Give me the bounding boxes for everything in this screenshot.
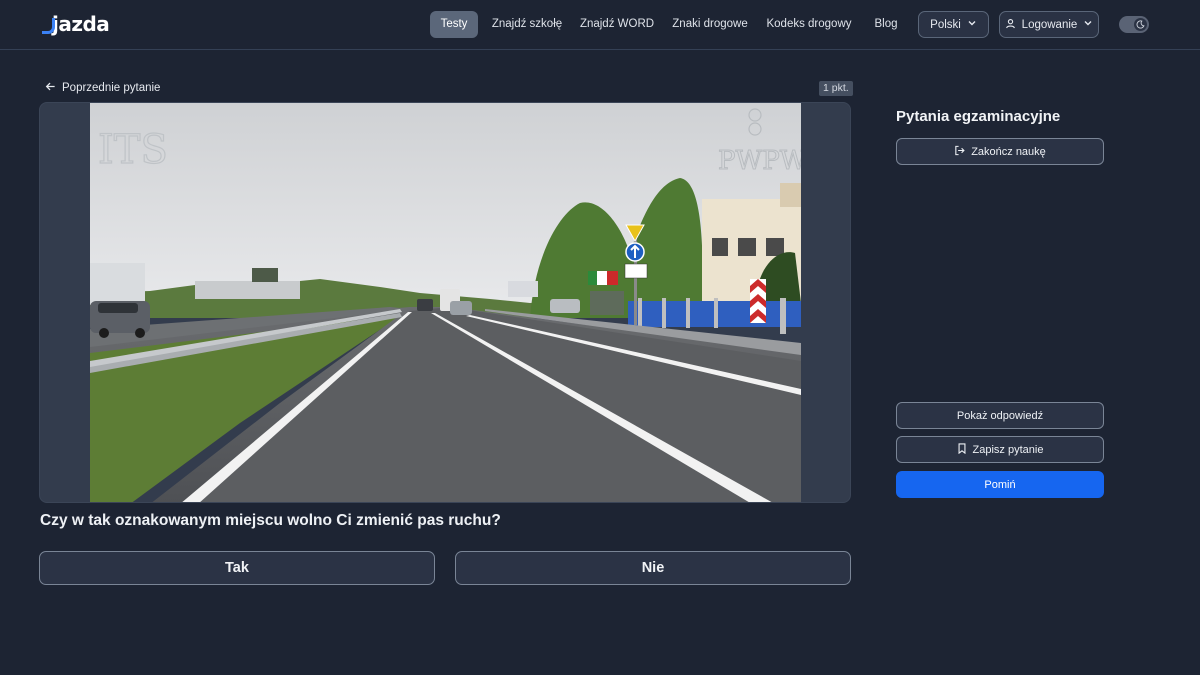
language-label: Polski	[930, 18, 961, 31]
answer-tak-button[interactable]: Tak	[39, 551, 435, 585]
arrow-left-icon	[45, 81, 56, 95]
points-badge: 1 pkt.	[819, 81, 853, 96]
save-question-label: Zapisz pytanie	[972, 443, 1044, 456]
answer-nie-button[interactable]: Nie	[455, 551, 851, 585]
theme-toggle[interactable]	[1119, 16, 1149, 33]
question-text: Czy w tak oznakowanym miejscu wolno Ci z…	[40, 512, 501, 529]
nav-item-testy[interactable]: Testy	[430, 11, 478, 38]
end-learning-button[interactable]: Zakończ naukę	[896, 138, 1104, 165]
nav-item-blog[interactable]: Blog	[870, 11, 902, 38]
nav-item-kodeks-drogowy[interactable]: Kodeks drogowy	[766, 11, 852, 38]
moon-icon	[1134, 18, 1147, 31]
top-navbar: jazda Testy Znajdź szkołę Znajdź WORD Zn…	[0, 0, 1200, 50]
previous-question-link[interactable]: Poprzednie pytanie	[45, 81, 160, 95]
nav-item-znajdz-word[interactable]: Znajdź WORD	[578, 11, 656, 38]
nav-item-znaki-drogowe[interactable]: Znaki drogowe	[670, 11, 750, 38]
logo-mark-icon	[42, 15, 55, 34]
end-learning-label: Zakończ naukę	[971, 145, 1046, 158]
skip-button[interactable]: Pomiń	[896, 471, 1104, 498]
svg-text:ITS: ITS	[98, 127, 168, 173]
login-button[interactable]: Logowanie	[999, 11, 1099, 38]
language-select[interactable]: Polski	[918, 11, 989, 38]
exit-icon	[954, 145, 965, 159]
show-answer-label: Pokaż odpowiedź	[956, 409, 1044, 422]
watermark-text: PWPW	[718, 146, 801, 176]
question-media: ITS PWPW	[39, 102, 851, 503]
logo[interactable]: jazda	[42, 12, 110, 36]
user-icon	[1005, 18, 1016, 32]
chevron-down-icon	[1083, 18, 1093, 31]
save-question-button[interactable]: Zapisz pytanie	[896, 436, 1104, 463]
login-label: Logowanie	[1021, 18, 1078, 31]
sidebar-title: Pytania egzaminacyjne	[896, 108, 1061, 125]
show-answer-button[interactable]: Pokaż odpowiedź	[896, 402, 1104, 429]
bookmark-icon	[957, 442, 967, 457]
nav-item-znajdz-szkole[interactable]: Znajdź szkołę	[488, 11, 566, 38]
road-scene-image: ITS PWPW	[90, 103, 801, 502]
skip-label: Pomiń	[984, 478, 1016, 491]
chevron-down-icon	[967, 18, 977, 31]
logo-text: jazda	[52, 12, 110, 36]
previous-question-label: Poprzednie pytanie	[62, 82, 161, 94]
